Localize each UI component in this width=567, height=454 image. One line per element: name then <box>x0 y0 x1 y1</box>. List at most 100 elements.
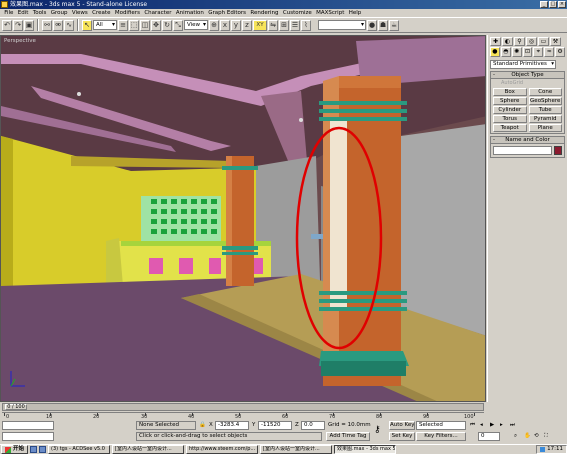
select-object-icon[interactable]: ↖ <box>82 19 92 31</box>
menu-create[interactable]: Create <box>90 9 113 17</box>
shapes-icon[interactable]: ◓ <box>500 47 511 57</box>
menu-tools[interactable]: Tools <box>31 9 49 17</box>
menu-customize[interactable]: Customize <box>281 9 314 17</box>
object-color-swatch[interactable] <box>554 146 562 155</box>
current-frame-field[interactable]: 0 <box>478 432 500 441</box>
taskbar-item[interactable]: [室内人设站一室内设计... <box>112 445 185 454</box>
menu-character[interactable]: Character <box>142 9 174 17</box>
axis-x-icon[interactable]: x <box>220 19 230 31</box>
systems-icon[interactable]: ⚙ <box>555 47 566 57</box>
maximize-viewport-icon[interactable]: ⛶ <box>544 432 548 440</box>
quick-launch-icon[interactable] <box>39 446 47 453</box>
cameras-icon[interactable]: ⊡ <box>522 47 533 57</box>
layer-icon[interactable]: ☰ <box>290 19 300 31</box>
named-selection-sets-dropdown[interactable] <box>318 20 366 30</box>
plane-button[interactable]: Plane <box>528 124 562 132</box>
y-coordinate-field[interactable]: -11520 <box>258 421 292 430</box>
render-scene-icon[interactable]: ☗ <box>378 19 388 31</box>
lock-selection-icon[interactable]: 🔒 <box>199 421 206 429</box>
reference-coord-dropdown[interactable]: View <box>184 20 208 30</box>
unlink-icon[interactable]: ⚮ <box>53 19 63 31</box>
z-coordinate-field[interactable]: 0.0 <box>301 421 325 430</box>
tray-network-icon[interactable] <box>540 447 546 452</box>
redo-icon[interactable]: ↷ <box>13 19 23 31</box>
cylinder-button[interactable]: Cylinder <box>493 106 527 114</box>
pivot-center-icon[interactable]: ⊕ <box>209 19 219 31</box>
scale-icon[interactable]: ⤡ <box>173 19 183 31</box>
perspective-viewport[interactable]: Perspective <box>0 35 486 402</box>
menu-modifiers[interactable]: Modifiers <box>113 9 142 17</box>
rotate-icon[interactable]: ↻ <box>162 19 172 31</box>
hierarchy-tab-icon[interactable]: ⚲ <box>514 37 525 46</box>
quick-render-icon[interactable]: ☕ <box>389 19 399 31</box>
minimize-button[interactable]: _ <box>540 1 548 8</box>
maxscript-listener-mini[interactable] <box>2 421 54 430</box>
menu-graph-editors[interactable]: Graph Editors <box>206 9 248 17</box>
align-icon[interactable]: ⊞ <box>279 19 289 31</box>
spacewarps-icon[interactable]: ≈ <box>544 47 555 57</box>
teapot-button[interactable]: Teapot <box>493 124 527 132</box>
close-button[interactable]: × <box>558 1 566 8</box>
geometry-icon[interactable]: ● <box>490 47 500 57</box>
axis-y-icon[interactable]: y <box>231 19 241 31</box>
track-bar[interactable]: 0 10 20 30 40 50 60 70 80 90 100 <box>2 412 484 420</box>
time-slider-thumb[interactable]: 0 / 100 <box>5 404 27 410</box>
object-name-field[interactable] <box>493 146 552 155</box>
geosphere-button[interactable]: GeoSphere <box>528 97 562 105</box>
x-coordinate-field[interactable]: -3283.4 <box>215 421 249 430</box>
curve-editor-icon[interactable]: ⌇ <box>301 19 311 31</box>
set-key-button[interactable]: Set Key <box>389 432 415 441</box>
menu-group[interactable]: Group <box>49 9 70 17</box>
key-mode-dropdown[interactable]: Selected <box>416 421 466 430</box>
motion-tab-icon[interactable]: ◎ <box>526 37 537 46</box>
object-type-header[interactable]: Object Type <box>491 72 564 79</box>
helpers-icon[interactable]: ⌖ <box>533 47 544 57</box>
play-icon[interactable]: ▶ <box>490 421 494 429</box>
selection-filter-dropdown[interactable]: All <box>93 20 117 30</box>
sphere-button[interactable]: Sphere <box>493 97 527 105</box>
name-color-header[interactable]: Name and Color <box>491 137 564 144</box>
pyramid-button[interactable]: Pyramid <box>528 115 562 123</box>
utilities-tab-icon[interactable]: ⚒ <box>550 37 561 46</box>
zoom-icon[interactable]: ⌕ <box>514 432 517 440</box>
start-button[interactable]: 开始 <box>1 445 29 454</box>
bind-spacewarp-icon[interactable]: ∿ <box>64 19 74 31</box>
auto-key-button[interactable]: Auto Key <box>389 421 415 430</box>
orbit-icon[interactable]: ⟲ <box>534 432 539 440</box>
go-to-start-icon[interactable]: ⏮ <box>470 421 475 429</box>
primitive-type-dropdown[interactable]: Standard Primitives <box>490 60 556 69</box>
autogrid-checkbox[interactable]: AutoGrid <box>491 79 564 87</box>
display-tab-icon[interactable]: ▭ <box>538 37 549 46</box>
material-editor-icon[interactable]: ● <box>367 19 377 31</box>
select-link-icon[interactable]: ⚯ <box>42 19 52 31</box>
prev-frame-icon[interactable]: ◂ <box>480 421 483 429</box>
taskbar-item[interactable]: http://www.steem.com/p... <box>186 445 259 454</box>
select-by-name-icon[interactable]: ≡ <box>118 19 128 31</box>
axis-xy-button[interactable]: XY <box>253 19 267 31</box>
quick-launch-icon[interactable] <box>30 446 38 453</box>
undo-icon[interactable]: ↶ <box>2 19 12 31</box>
window-crossing-icon[interactable]: ◫ <box>140 19 150 31</box>
box-icon[interactable]: ▣ <box>24 19 34 31</box>
menu-animation[interactable]: Animation <box>174 9 206 17</box>
tube-button[interactable]: Tube <box>528 106 562 114</box>
modify-tab-icon[interactable]: ◐ <box>502 37 513 46</box>
lights-icon[interactable]: ✺ <box>511 47 522 57</box>
move-icon[interactable]: ✥ <box>151 19 161 31</box>
maxscript-output-mini[interactable] <box>2 432 54 441</box>
taskbar-item[interactable]: (3) tgs - ACDSee v5.0 <box>48 445 111 454</box>
create-tab-icon[interactable]: ✚ <box>490 37 501 46</box>
box-button[interactable]: Box <box>493 88 527 96</box>
taskbar-item-active[interactable]: 效果图.max - 3ds max 5 <box>334 445 397 454</box>
menu-file[interactable]: File <box>2 9 16 17</box>
menu-help[interactable]: Help <box>347 9 364 17</box>
menu-maxscript[interactable]: MAXScript <box>314 9 347 17</box>
menu-rendering[interactable]: Rendering <box>248 9 280 17</box>
time-slider[interactable]: 0 / 100 <box>2 403 484 411</box>
axis-z-icon[interactable]: z <box>242 19 252 31</box>
torus-button[interactable]: Torus <box>493 115 527 123</box>
menu-views[interactable]: Views <box>70 9 90 17</box>
add-time-tag-button[interactable]: Add Time Tag <box>326 432 370 441</box>
rect-select-region-icon[interactable]: ⬚ <box>129 19 139 31</box>
go-to-end-icon[interactable]: ⏭ <box>510 421 515 429</box>
